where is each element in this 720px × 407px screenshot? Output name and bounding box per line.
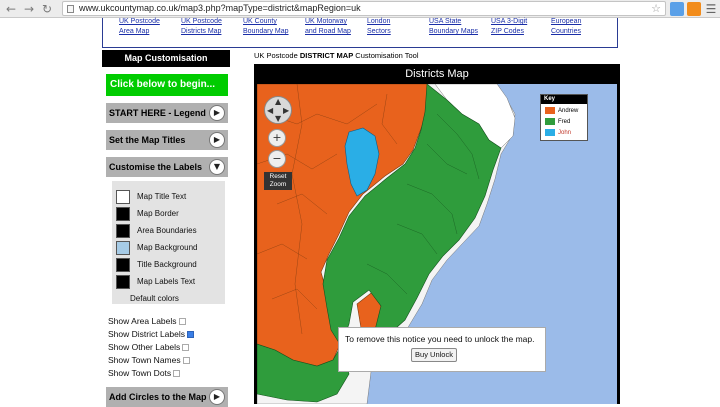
play-icon: ▶ <box>209 105 225 121</box>
extension-icon[interactable] <box>670 2 684 16</box>
tool-title: UK Postcode DISTRICT MAP Customisation T… <box>254 51 419 60</box>
label-color-row[interactable]: Map Labels Text <box>116 275 226 289</box>
color-swatch[interactable] <box>116 258 130 272</box>
label-color-row[interactable]: Title Background <box>116 258 226 272</box>
zoom-in-icon[interactable]: + <box>268 129 286 147</box>
pan-right-icon[interactable]: ▶ <box>283 107 289 115</box>
show-district-labels-toggle[interactable]: Show District Labels <box>108 329 195 339</box>
color-swatch[interactable] <box>116 190 130 204</box>
color-swatch[interactable] <box>116 241 130 255</box>
pan-control[interactable]: ▲ ▼ ◀ ▶ <box>264 96 292 124</box>
map-legend: Key Andrew Fred John <box>540 94 588 141</box>
show-area-labels-toggle[interactable]: Show Area Labels <box>108 316 186 326</box>
nav-link-usa-state[interactable]: USA State Boundary Maps <box>429 17 478 37</box>
color-swatch[interactable] <box>116 275 130 289</box>
show-town-dots-toggle[interactable]: Show Town Dots <box>108 368 181 378</box>
page-icon <box>67 5 74 13</box>
reset-zoom-button[interactable]: Reset Zoom <box>264 172 292 190</box>
legend-title: Key <box>541 95 587 104</box>
label-color-row[interactable]: Map Title Text <box>116 190 226 204</box>
browser-toolbar: ← → ↻ www.ukcountymap.co.uk/map3.php?map… <box>0 0 720 18</box>
label-color-row[interactable]: Area Boundaries <box>116 224 226 238</box>
reload-icon[interactable]: ↻ <box>40 2 54 16</box>
default-colors-link[interactable]: Default colors <box>130 294 179 303</box>
checkbox[interactable] <box>182 357 190 365</box>
address-bar[interactable]: www.ukcountymap.co.uk/map3.php?mapType=d… <box>62 1 666 16</box>
start-legend-button[interactable]: START HERE - Legend ▶ <box>106 103 228 123</box>
label-colors-panel: Map Title Text Map Border Area Boundarie… <box>112 181 225 304</box>
legend-swatch <box>545 118 555 125</box>
buy-unlock-button[interactable]: Buy Unlock <box>411 348 457 362</box>
color-swatch[interactable] <box>116 224 130 238</box>
add-circles-button[interactable]: Add Circles to the Map ▶ <box>106 387 228 407</box>
show-town-names-toggle[interactable]: Show Town Names <box>108 355 190 365</box>
legend-swatch <box>545 129 555 136</box>
checkbox[interactable] <box>182 344 190 352</box>
label-color-row[interactable]: Map Border <box>116 207 226 221</box>
pan-left-icon[interactable]: ◀ <box>267 107 273 115</box>
legend-swatch <box>545 107 555 114</box>
menu-icon[interactable]: ☰ <box>704 2 718 16</box>
show-other-labels-toggle[interactable]: Show Other Labels <box>108 342 190 352</box>
nav-link-london[interactable]: London Sectors <box>367 17 391 37</box>
legend-item: John <box>545 129 571 137</box>
nav-link-european[interactable]: European Countries <box>551 17 581 37</box>
rss-icon[interactable] <box>687 2 701 16</box>
nav-link-postcode-districts[interactable]: UK Postcode Districts Map <box>181 17 222 37</box>
play-icon: ▶ <box>209 389 225 405</box>
back-icon[interactable]: ← <box>4 2 18 16</box>
nav-link-usa-zip[interactable]: USA 3-Digit ZIP Codes <box>491 17 527 37</box>
map-titles-button[interactable]: Set the Map Titles ▶ <box>106 130 228 150</box>
begin-banner: Click below to begin... <box>106 74 228 96</box>
sidebar-header: Map Customisation <box>102 50 230 67</box>
zoom-out-icon[interactable]: − <box>268 150 286 168</box>
pan-down-icon[interactable]: ▼ <box>275 115 281 123</box>
checkbox[interactable] <box>178 318 186 326</box>
notice-text: To remove this notice you need to unlock… <box>345 334 535 344</box>
color-swatch[interactable] <box>116 207 130 221</box>
checkbox[interactable] <box>187 331 195 339</box>
checkbox[interactable] <box>173 370 181 378</box>
nav-link-postcode-area[interactable]: UK Postcode Area Map <box>119 17 160 37</box>
url-text: www.ukcountymap.co.uk/map3.php?mapType=d… <box>79 3 361 13</box>
nav-link-county[interactable]: UK County Boundary Map <box>243 17 289 37</box>
chevron-down-icon: ▼ <box>209 159 225 175</box>
legend-item: Andrew <box>545 107 578 115</box>
forward-icon[interactable]: → <box>22 2 36 16</box>
legend-item: Fred <box>545 118 570 126</box>
bookmark-star-icon[interactable]: ☆ <box>651 2 661 15</box>
pan-up-icon[interactable]: ▲ <box>275 98 281 106</box>
label-color-row[interactable]: Map Background <box>116 241 226 255</box>
nav-link-motorway[interactable]: UK Motorway and Road Map <box>305 17 351 37</box>
top-navigation: UK Postcode Area Map UK Postcode Districts… <box>102 18 618 48</box>
customise-labels-button[interactable]: Customise the Labels ▼ <box>106 157 228 177</box>
map-title: Districts Map <box>254 64 620 84</box>
unlock-notice: To remove this notice you need to unlock… <box>338 327 546 372</box>
play-icon: ▶ <box>209 132 225 148</box>
customisation-sidebar: Map Customisation Click below to begin..… <box>102 50 230 407</box>
